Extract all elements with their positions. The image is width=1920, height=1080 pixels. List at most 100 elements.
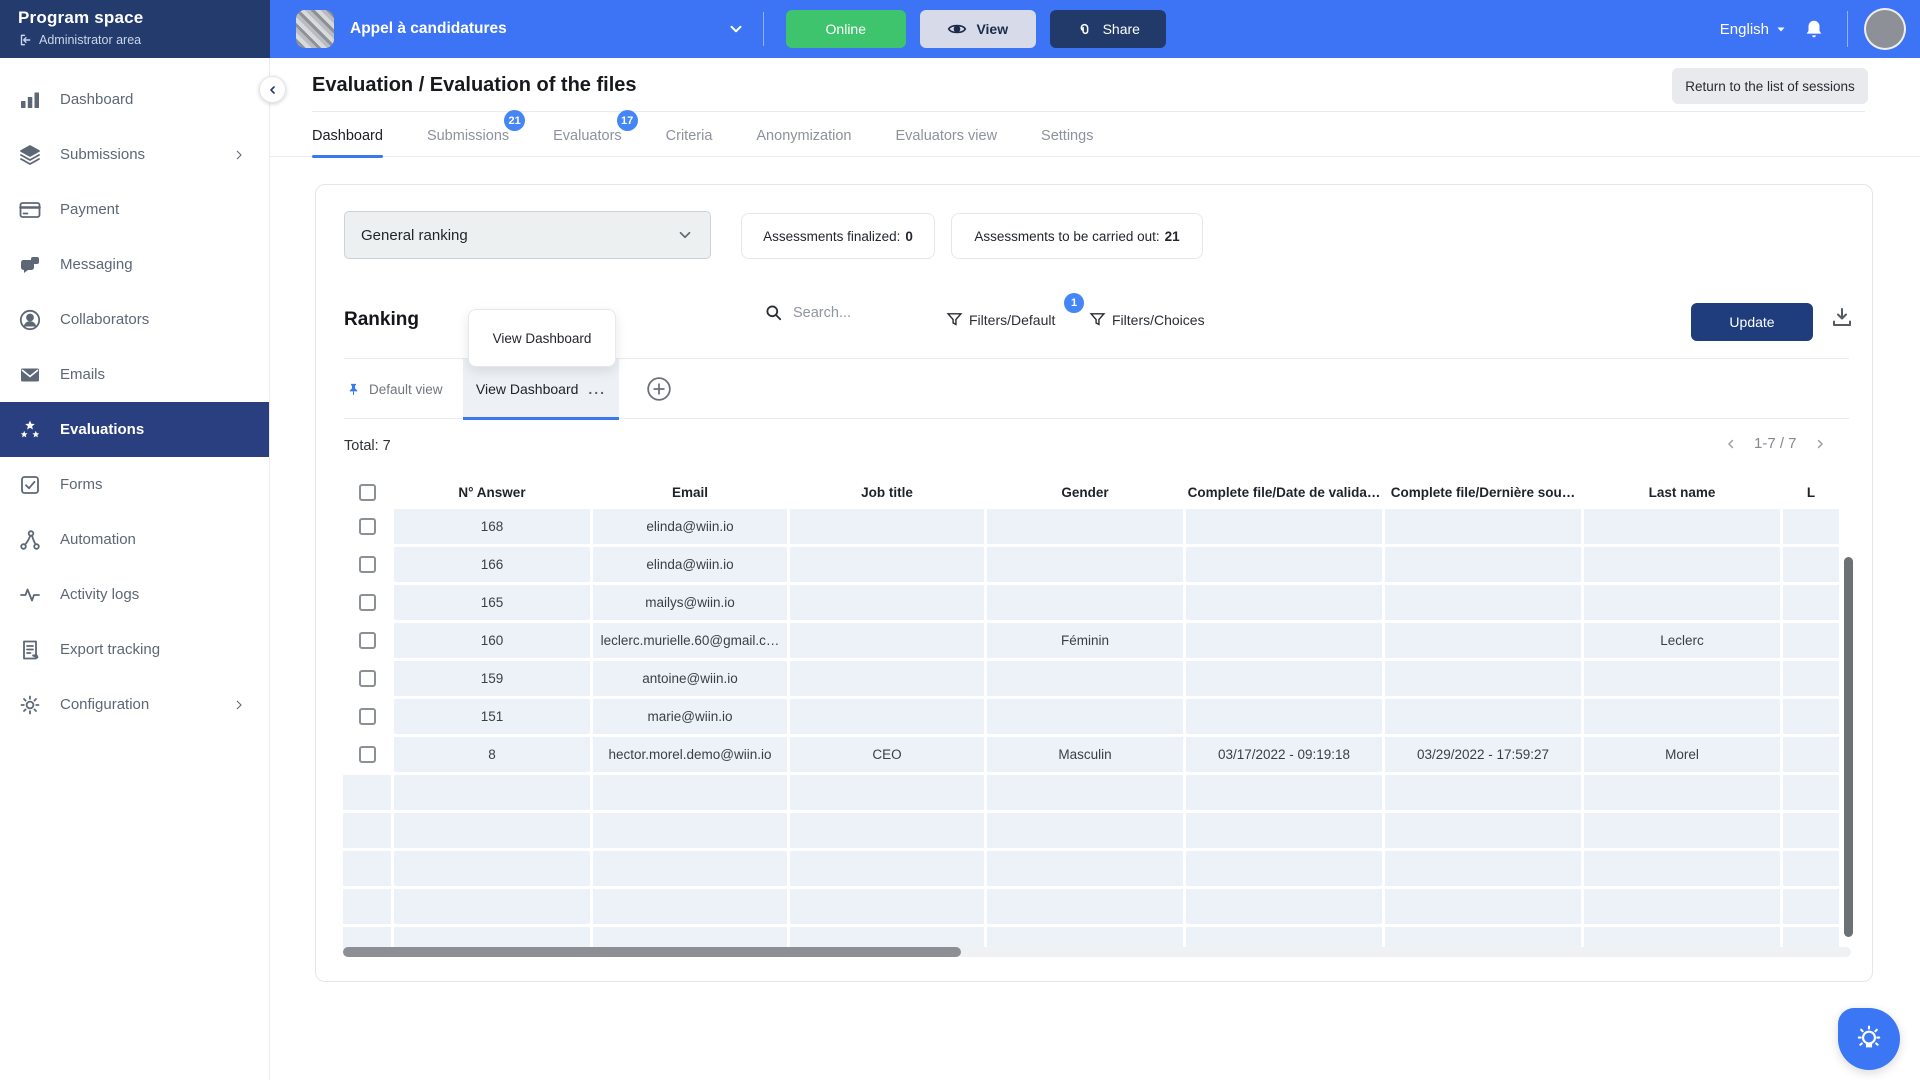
filters-default-button[interactable]: Filters/Default [946, 311, 1055, 328]
table-cell: hector.morel.demo@wiin.io [593, 737, 787, 772]
online-status-button[interactable]: Online [786, 10, 906, 48]
table-cell [1783, 585, 1839, 620]
empty-cell [1385, 775, 1581, 810]
table-cell [1385, 547, 1581, 582]
tab-dashboard[interactable]: Dashboard [312, 116, 383, 156]
select-all-checkbox[interactable] [359, 484, 376, 501]
sidebar-item-forms[interactable]: Forms [0, 457, 269, 512]
empty-cell [1783, 775, 1839, 810]
row-checkbox[interactable] [359, 632, 376, 649]
table-row[interactable]: 8hector.morel.demo@wiin.ioCEOMasculin03/… [343, 737, 1839, 772]
active-view-tab[interactable]: View Dashboard ... [463, 359, 619, 419]
language-label: English [1720, 21, 1769, 38]
tab-evaluators[interactable]: Evaluators17 [553, 116, 622, 156]
eye-icon [947, 19, 967, 39]
sidebar-item-label: Forms [60, 476, 269, 493]
row-checkbox[interactable] [359, 670, 376, 687]
sidebar-item-evaluations[interactable]: Evaluations [0, 402, 269, 457]
page-title: Evaluation / Evaluation of the files [312, 74, 637, 97]
view-button[interactable]: View [920, 10, 1036, 48]
sidebar-item-messaging[interactable]: Messaging [0, 237, 269, 292]
table-cell [790, 699, 984, 734]
row-checkbox[interactable] [359, 518, 376, 535]
user-avatar[interactable] [1864, 8, 1906, 50]
table-row[interactable]: 168elinda@wiin.io [343, 509, 1839, 544]
sidebar-item-label: Emails [60, 366, 269, 383]
help-fab-button[interactable] [1838, 1008, 1900, 1070]
column-header: L [1783, 478, 1839, 506]
main-content: Evaluation / Evaluation of the files Ret… [270, 58, 1920, 1080]
empty-table-row [343, 851, 1839, 886]
ranking-type-select[interactable]: General ranking [344, 211, 711, 259]
tab-settings[interactable]: Settings [1041, 116, 1093, 156]
horizontal-scrollbar-thumb[interactable] [343, 947, 961, 957]
pagination-next-icon[interactable] [1813, 437, 1827, 451]
sidebar-item-submissions[interactable]: Submissions [0, 127, 269, 182]
sidebar-item-emails[interactable]: Emails [0, 347, 269, 402]
layers-icon [18, 143, 42, 167]
default-view-tab[interactable]: Default view [346, 359, 443, 419]
filters-choices-button[interactable]: Filters/Choices [1089, 311, 1205, 328]
empty-cell [790, 775, 984, 810]
table-cell: Féminin [987, 623, 1183, 658]
empty-cell [1186, 927, 1382, 949]
sidebar-item-dashboard[interactable]: Dashboard [0, 72, 269, 127]
sidebar-collapse-button[interactable] [259, 76, 286, 103]
row-checkbox[interactable] [359, 556, 376, 573]
table-cell [1385, 623, 1581, 658]
column-header: Complete file/Dernière sou… [1385, 478, 1581, 506]
table-cell [1186, 509, 1382, 544]
return-to-sessions-button[interactable]: Return to the list of sessions [1672, 68, 1868, 104]
empty-cell [343, 813, 391, 848]
table-row[interactable]: 166elinda@wiin.io [343, 547, 1839, 582]
download-icon[interactable] [1830, 305, 1854, 329]
exit-back-icon [18, 33, 32, 47]
row-checkbox-cell [343, 509, 391, 544]
chat-icon [18, 253, 42, 277]
search-icon [764, 303, 783, 322]
empty-cell [1584, 927, 1780, 949]
table-row[interactable]: 151marie@wiin.io [343, 699, 1839, 734]
sidebar-item-configuration[interactable]: Configuration [0, 677, 269, 732]
search-input[interactable] [793, 305, 943, 321]
tab-anonymization[interactable]: Anonymization [756, 116, 851, 156]
row-checkbox[interactable] [359, 594, 376, 611]
tab-count-badge: 17 [617, 110, 638, 131]
row-checkbox-cell [343, 699, 391, 734]
topbar-divider [763, 12, 764, 46]
sidebar-item-activity-logs[interactable]: Activity logs [0, 567, 269, 622]
vertical-scrollbar-thumb[interactable] [1844, 557, 1853, 937]
table-row[interactable]: 160leclerc.murielle.60@gmail.c…FémininLe… [343, 623, 1839, 658]
table-row[interactable]: 159antoine@wiin.io [343, 661, 1839, 696]
language-selector[interactable]: English [1720, 21, 1787, 38]
administrator-area-link[interactable]: Administrator area [18, 33, 270, 47]
pagination-prev-icon[interactable] [1724, 437, 1738, 451]
activity-icon [18, 583, 42, 607]
table-row[interactable]: 165mailys@wiin.io [343, 585, 1839, 620]
sidebar-item-automation[interactable]: Automation [0, 512, 269, 567]
empty-cell [987, 813, 1183, 848]
program-switcher-chevron-down-icon[interactable] [727, 20, 745, 38]
table-cell [1584, 585, 1780, 620]
row-checkbox-cell [343, 661, 391, 696]
tab-criteria[interactable]: Criteria [666, 116, 713, 156]
update-button[interactable]: Update [1691, 303, 1813, 341]
column-header: Last name [1584, 478, 1780, 506]
topbar-divider [1847, 11, 1848, 47]
ranking-card: General ranking Assessments finalized: 0… [315, 184, 1873, 982]
row-checkbox[interactable] [359, 708, 376, 725]
share-button[interactable]: Share [1050, 10, 1166, 48]
sidebar-item-export-tracking[interactable]: Export tracking [0, 622, 269, 677]
empty-cell [987, 889, 1183, 924]
table-cell [1584, 547, 1780, 582]
sidebar-item-payment[interactable]: Payment [0, 182, 269, 237]
notification-bell-icon[interactable] [1803, 18, 1825, 40]
tab-evaluators-view[interactable]: Evaluators view [896, 116, 998, 156]
empty-cell [1186, 851, 1382, 886]
view-more-options[interactable]: ... [588, 381, 606, 397]
add-view-button[interactable] [646, 376, 672, 402]
sidebar-item-collaborators[interactable]: Collaborators [0, 292, 269, 347]
tab-submissions[interactable]: Submissions21 [427, 116, 509, 156]
row-checkbox[interactable] [359, 746, 376, 763]
sidebar-item-label: Configuration [60, 696, 209, 713]
